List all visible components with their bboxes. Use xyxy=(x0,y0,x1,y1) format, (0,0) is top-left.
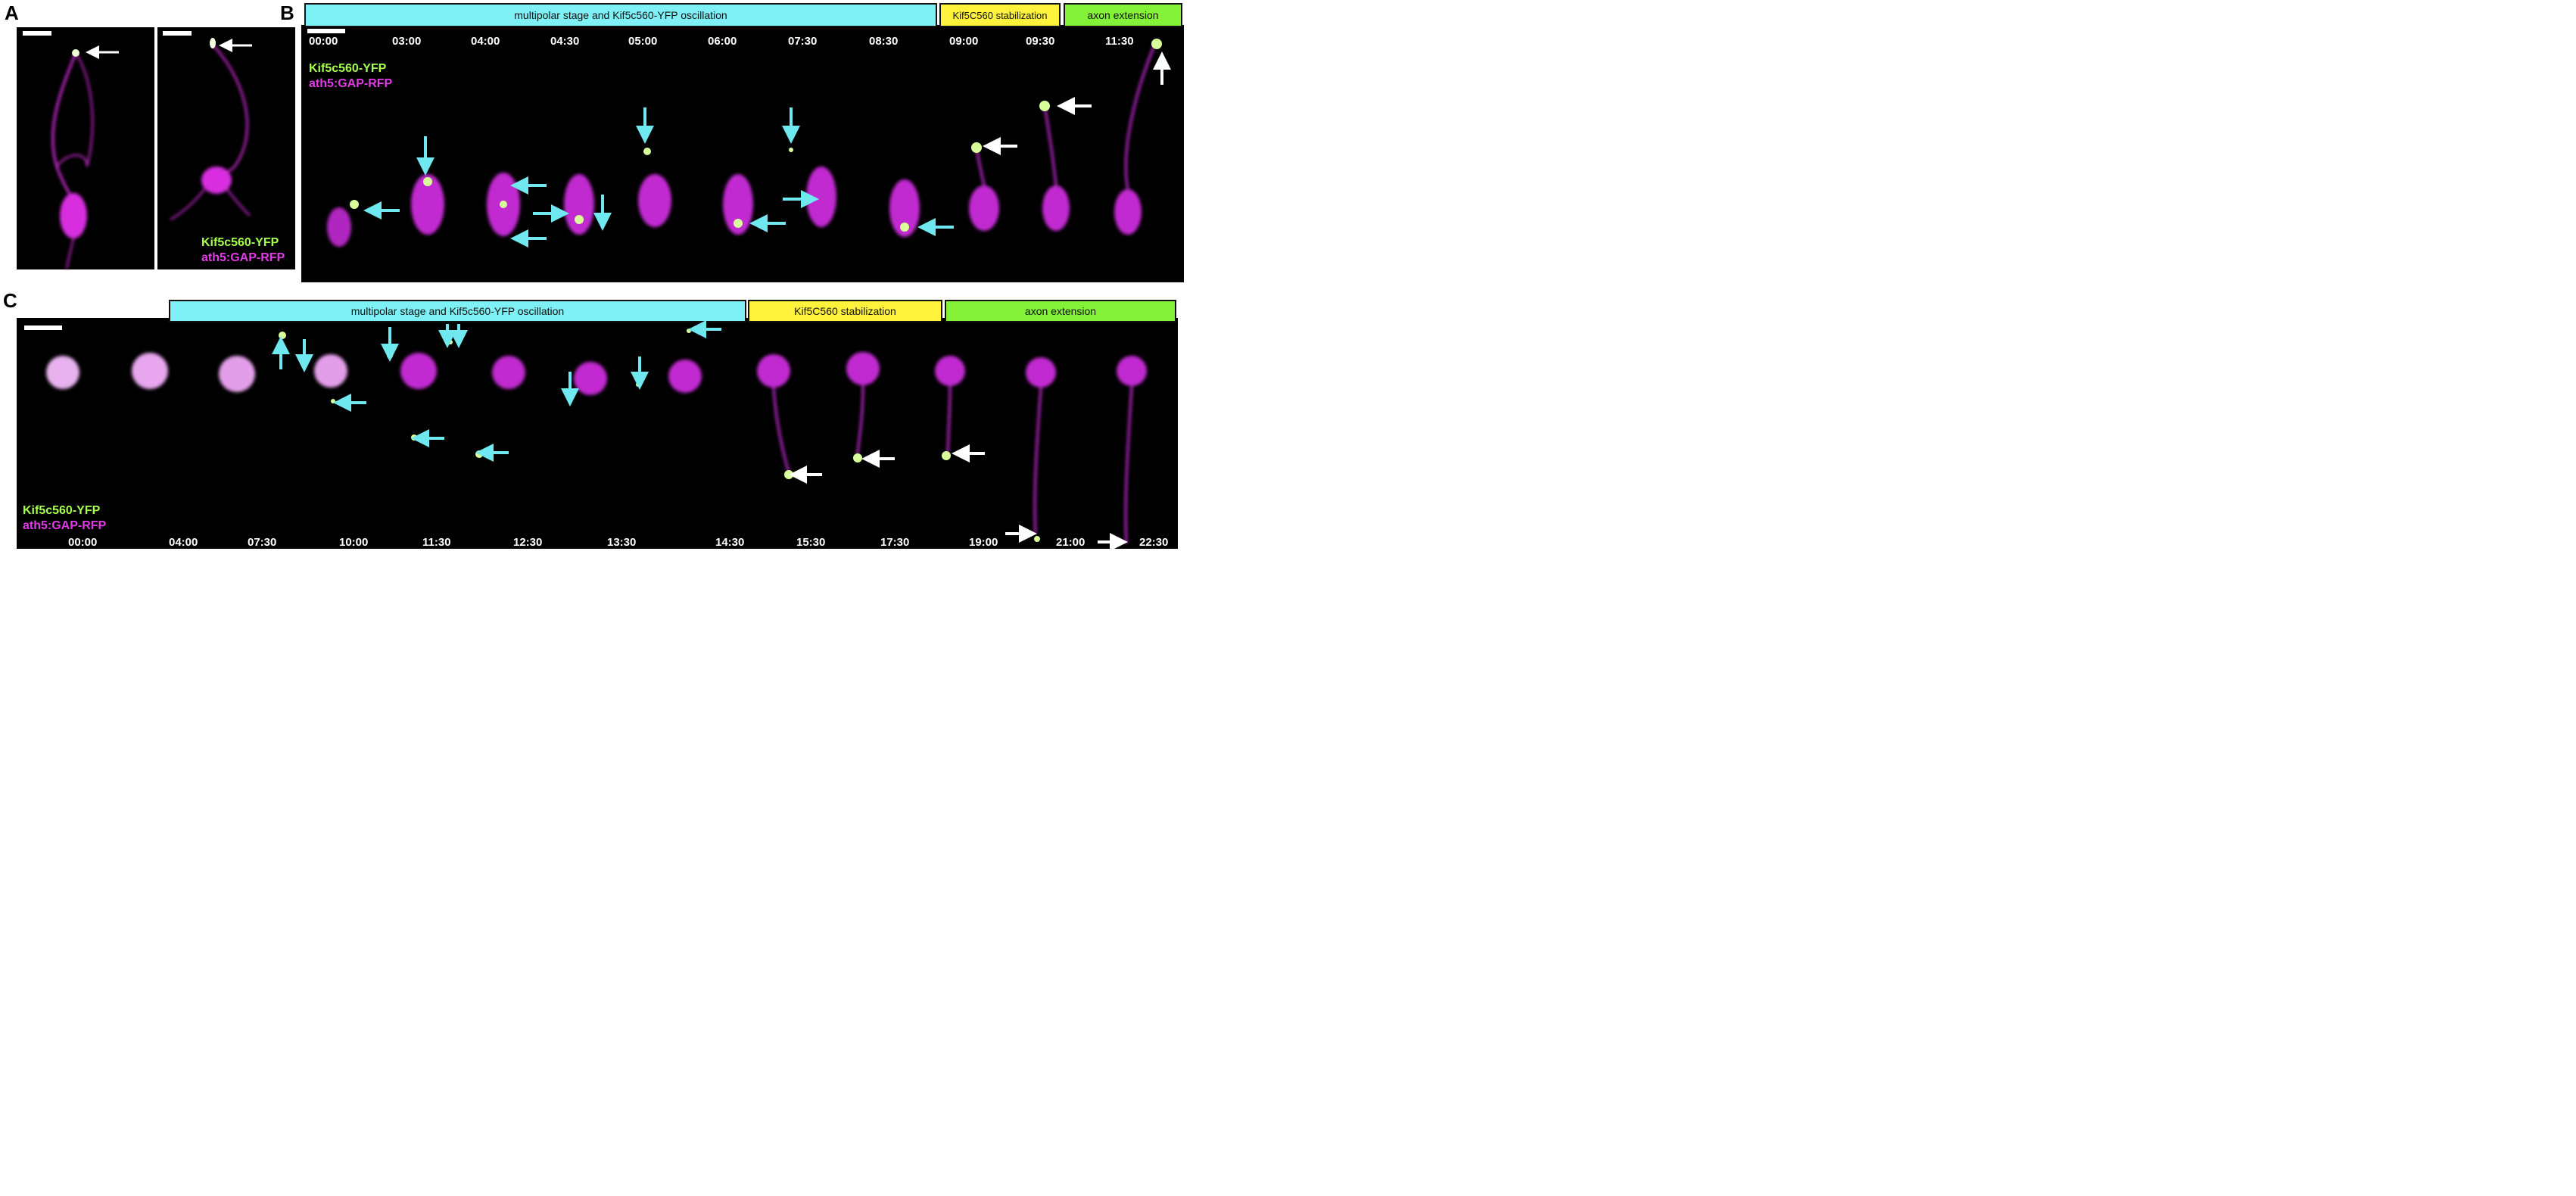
marker-a-left xyxy=(72,49,79,57)
marker-a-right xyxy=(210,38,216,48)
neuron-a-left xyxy=(51,52,94,269)
neurons-b xyxy=(327,45,1156,247)
neurons-c xyxy=(46,352,1147,544)
neuron-a-right xyxy=(170,43,251,220)
microscopy-artwork xyxy=(46,38,1171,550)
markers-b xyxy=(350,39,1162,232)
cyan-arrows-c xyxy=(272,320,721,462)
white-arrows-b xyxy=(983,51,1171,155)
markers-c xyxy=(279,329,1040,542)
white-arrows-c xyxy=(789,444,1128,550)
